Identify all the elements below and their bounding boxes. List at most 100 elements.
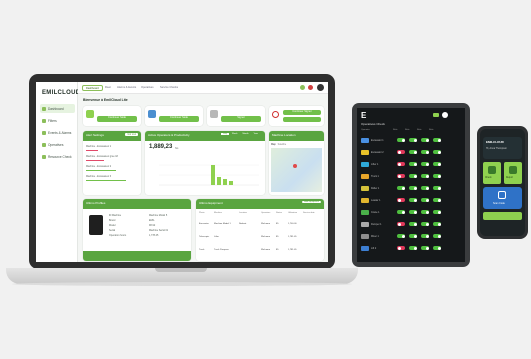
machine-thumbnail (361, 185, 369, 191)
filter-day[interactable]: Day (221, 133, 229, 135)
toggle-switch[interactable] (409, 198, 417, 202)
toggle-switch[interactable] (409, 234, 417, 238)
tab-dashboard[interactable]: Dashboard (82, 85, 103, 91)
operator-row[interactable]: Crane 1 (361, 207, 461, 217)
toggle-switch[interactable] (397, 150, 405, 154)
toggle-switch[interactable] (397, 246, 405, 250)
filter-month[interactable]: Month (240, 133, 250, 135)
quick-action-button[interactable]: Signer (221, 116, 261, 122)
toggle-switch[interactable] (397, 186, 405, 190)
tab-map[interactable]: Map (271, 143, 276, 146)
view-all-button[interactable]: Voir tout (125, 133, 138, 136)
tab-fleet[interactable]: Fleet (102, 85, 114, 91)
toggle-switch[interactable] (421, 150, 429, 154)
toggle-switch[interactable] (421, 162, 429, 166)
notification-icon[interactable] (300, 85, 305, 90)
toggle-switch[interactable] (421, 246, 429, 250)
quick-action-button[interactable]: Continuer Signer (283, 110, 321, 115)
toggle-switch[interactable] (433, 186, 441, 190)
machine-photo (89, 215, 103, 235)
sidebar-item-resource-check[interactable]: Resource Check (40, 152, 75, 161)
machine-thumbnail (361, 149, 369, 155)
phone-promo-card[interactable]: Scan Code (483, 187, 522, 209)
phone-logo: EMILCLOUD (486, 140, 504, 144)
tab-satellite[interactable]: Satellite (278, 143, 287, 146)
operator-row[interactable]: Excavator 2 (361, 147, 461, 157)
table-row[interactable]: Excavator Machine Model 1 Norbert Welcom… (199, 218, 321, 230)
phone-card-check[interactable]: Check (483, 162, 501, 184)
operator-row[interactable]: Roller 1 (361, 183, 461, 193)
sidebar-item-filters[interactable]: Filters (40, 116, 75, 125)
filter-year[interactable]: Year (252, 133, 260, 135)
toggle-switch[interactable] (421, 222, 429, 226)
filter-week[interactable]: Week (230, 133, 240, 135)
phone-action-bar[interactable] (483, 212, 522, 220)
alert-icon[interactable] (308, 85, 313, 90)
tablet-logo: E (361, 111, 367, 120)
table-row[interactable]: Truck Truck Pumpers Welcome 85 1,781.45 (199, 244, 321, 256)
sidebar-item-events[interactable]: Events & Alarms (40, 128, 75, 137)
toggle-switch[interactable] (409, 246, 417, 250)
quick-action-button[interactable]: Continuer l'aide (159, 116, 199, 122)
operator-row[interactable]: Loader 1 (361, 195, 461, 205)
toggle-switch[interactable] (421, 198, 429, 202)
toggle-switch[interactable] (421, 174, 429, 178)
toggle-switch[interactable] (433, 222, 441, 226)
add-equipment-button[interactable]: Add equipment (302, 201, 321, 203)
toggle-switch[interactable] (409, 174, 417, 178)
toggle-switch[interactable] (433, 210, 441, 214)
toggle-switch[interactable] (433, 174, 441, 178)
toggle-switch[interactable] (397, 210, 405, 214)
toggle-switch[interactable] (397, 174, 405, 178)
table-row[interactable]: Telescopic Lifter Welcome 85 1,781.45 (199, 231, 321, 243)
utilization-unit: hrs (175, 147, 179, 150)
toggle-switch[interactable] (409, 210, 417, 214)
toggle-switch[interactable] (421, 234, 429, 238)
toggle-switch[interactable] (433, 138, 441, 142)
machine-map[interactable] (271, 148, 322, 192)
phone-screen: EMILCLOUD Hi, Anna Thompson Check Report… (480, 129, 525, 236)
quick-action-button-secondary[interactable] (283, 117, 321, 122)
toggle-switch[interactable] (409, 138, 417, 142)
operator-name: Loader 1 (371, 198, 381, 202)
toggle-switch[interactable] (409, 162, 417, 166)
tab-service-checks[interactable]: Service Checks (157, 85, 181, 91)
tab-operatives[interactable]: Operatives (138, 85, 157, 91)
map-pin-icon[interactable] (293, 164, 297, 168)
sidebar-item-dashboard[interactable]: Dashboard (40, 104, 75, 113)
operator-name: Dumper 1 (371, 222, 382, 226)
toggle-switch[interactable] (433, 234, 441, 238)
avatar[interactable] (317, 84, 324, 91)
operator-row[interactable]: Lifter 1 (361, 159, 461, 169)
toggle-switch[interactable] (433, 150, 441, 154)
operator-row[interactable]: Lift 2 (361, 243, 461, 253)
toggle-switch[interactable] (409, 222, 417, 226)
operator-row[interactable]: Truck 1 (361, 171, 461, 181)
toggle-switch[interactable] (397, 222, 405, 226)
quick-action-button[interactable]: Continuer l'aide (97, 116, 137, 122)
toggle-switch[interactable] (421, 186, 429, 190)
toggle-switch[interactable] (397, 138, 405, 142)
chart-bar (211, 165, 215, 185)
operator-row[interactable]: Mixer 1 (361, 231, 461, 241)
operator-row[interactable]: Dumper 1 (361, 219, 461, 229)
toggle-switch[interactable] (397, 234, 405, 238)
toggle-switch[interactable] (421, 210, 429, 214)
avatar[interactable] (442, 112, 448, 118)
sidebar-item-operatives[interactable]: Operatives (40, 140, 75, 149)
tab-alarms[interactable]: Alarms & Events (114, 85, 139, 91)
toggle-switch[interactable] (433, 246, 441, 250)
notification-icon[interactable] (433, 113, 439, 117)
toggle-switch[interactable] (421, 138, 429, 142)
toggle-switch[interactable] (409, 186, 417, 190)
toggle-switch[interactable] (397, 162, 405, 166)
check-icon (42, 154, 46, 159)
operator-row[interactable]: Excavator 1 (361, 135, 461, 145)
toggle-switch[interactable] (409, 150, 417, 154)
toggle-switch[interactable] (433, 198, 441, 202)
toggle-switch[interactable] (433, 162, 441, 166)
toggle-switch[interactable] (397, 198, 405, 202)
phone-card-report[interactable]: Report (504, 162, 522, 184)
chart-bar (229, 181, 233, 185)
list-item: Machine - Excavateur 2 (86, 165, 112, 168)
